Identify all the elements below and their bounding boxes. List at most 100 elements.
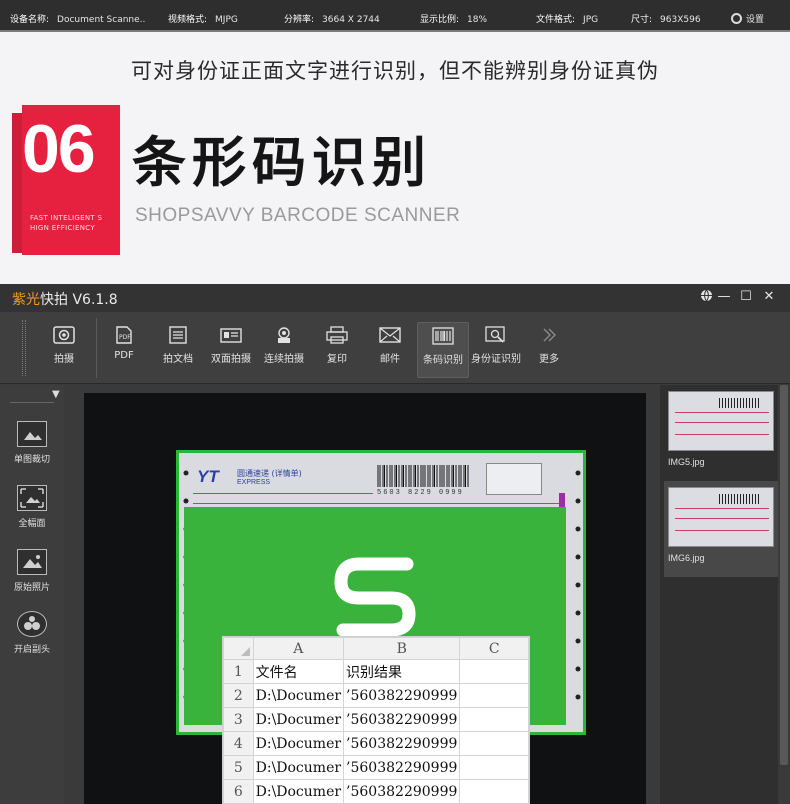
full-frame-label: 全幅面 — [18, 519, 46, 529]
device-status-bar: 设备名称: Document Scanne.. 视频格式: MJPG 分辨率: 366… — [0, 0, 790, 32]
close-button[interactable]: ✕ — [761, 289, 777, 305]
row-number[interactable]: 5 — [223, 755, 254, 780]
cell-filename-header[interactable]: 文件名 — [252, 659, 345, 684]
row-number[interactable]: 1 — [223, 659, 254, 684]
courier-name: 圆通速递 (详情单) — [237, 468, 302, 479]
cell-filename[interactable]: D:\Documer — [252, 683, 345, 708]
maximize-button[interactable]: ☐ — [738, 289, 754, 305]
cell-barcode-result[interactable]: ’560382290999 — [343, 779, 461, 803]
thumbnail-caption: IMG5.jpg — [668, 457, 705, 467]
select-all-corner[interactable] — [223, 637, 254, 660]
thumbnail-item-selected[interactable]: IMG6.jpg — [664, 481, 778, 577]
mail-label: 邮件 — [380, 354, 400, 365]
app-title: 紫光快拍 V6.1.8 — [12, 289, 118, 309]
single-crop-button[interactable]: 单图裁切 — [4, 421, 60, 485]
column-header-c[interactable]: C — [459, 637, 529, 660]
resolution-label: 分辨率: — [284, 15, 315, 25]
copy-label: 复印 — [327, 354, 347, 365]
crop-image-icon — [17, 421, 47, 447]
thumbnail-item[interactable]: IMG5.jpg — [664, 385, 778, 481]
scan-document-label: 拍文档 — [163, 354, 193, 365]
app-name-brand: 紫光 — [12, 292, 40, 308]
original-photo-icon — [17, 549, 47, 575]
cell-barcode-result[interactable]: ’560382290999 — [343, 731, 461, 756]
burst-capture-button[interactable]: 连续拍摄 — [258, 322, 310, 378]
size-field: 尺寸: 963X596 — [631, 12, 701, 25]
row-number[interactable]: 4 — [223, 731, 254, 756]
duplex-capture-button[interactable]: 双面拍摄 — [205, 322, 257, 378]
barcode-recognition-button[interactable]: 条码识别 — [417, 322, 469, 378]
full-frame-button[interactable]: 全幅面 — [4, 485, 60, 549]
cell-barcode-result[interactable]: ’560382290999 — [343, 683, 461, 708]
cell-filename[interactable]: D:\Documer — [252, 755, 345, 780]
settings-label: 设置 — [746, 15, 765, 25]
cell-filename[interactable]: D:\Documer — [252, 707, 345, 732]
app-titlebar: 紫光快拍 V6.1.8 — ☐ ✕ — [0, 284, 790, 312]
zoom-field: 显示比例: 18% — [420, 12, 487, 25]
toolbar-divider — [96, 318, 97, 378]
cell-empty[interactable] — [459, 779, 529, 803]
table-row: 3 D:\Documer ’560382290999 — [223, 707, 529, 732]
badge-tagline: FAST INTELIGENT S HIGN EFFICIENCY — [30, 213, 102, 233]
badge-tagline-line-1: FAST INTELIGENT S — [30, 214, 103, 222]
cell-empty[interactable] — [459, 731, 529, 756]
barcode-number: 5603 8229 0999 — [377, 489, 464, 497]
s-logo-icon — [334, 557, 416, 637]
cell-empty[interactable] — [459, 659, 529, 684]
cell-barcode-result[interactable]: ’560382290999 — [343, 707, 461, 732]
cell-empty[interactable] — [459, 755, 529, 780]
thumbnail-panel: IMG5.jpg IMG6.jpg — [660, 385, 790, 804]
more-button[interactable]: 更多 — [523, 322, 575, 378]
form-rule — [193, 503, 563, 504]
size-value: 963X596 — [660, 15, 701, 25]
row-number[interactable]: 3 — [223, 707, 254, 732]
table-row: 5 D:\Documer ’560382290999 — [223, 755, 529, 780]
thumbnail-scrollbar[interactable] — [778, 385, 790, 804]
mail-button[interactable]: 邮件 — [364, 322, 416, 378]
capture-button[interactable]: 拍摄 — [38, 322, 90, 378]
column-header-b[interactable]: B — [343, 637, 461, 660]
scan-document-button[interactable]: 拍文档 — [152, 322, 204, 378]
video-format-value: MJPG — [215, 15, 238, 25]
minimize-button[interactable]: — — [716, 289, 732, 305]
cell-empty[interactable] — [459, 683, 529, 708]
original-photo-label: 原始照片 — [13, 583, 50, 593]
waybill-type: (详情单) — [271, 469, 302, 478]
duplex-capture-label: 双面拍摄 — [211, 354, 251, 365]
table-row: 1 文件名 识别结果 — [223, 659, 529, 684]
copy-button[interactable]: 复印 — [311, 322, 363, 378]
scrollbar-thumb[interactable] — [780, 385, 788, 765]
row-number[interactable]: 2 — [223, 683, 254, 708]
globe-icon[interactable] — [698, 289, 714, 305]
barcode-recognition-label: 条码识别 — [423, 355, 463, 366]
cell-empty[interactable] — [459, 707, 529, 732]
cell-filename[interactable]: D:\Documer — [252, 731, 345, 756]
cell-result-header[interactable]: 识别结果 — [343, 659, 461, 684]
cell-barcode-result[interactable]: ’560382290999 — [343, 755, 461, 780]
single-crop-label: 单图裁切 — [13, 455, 50, 465]
banner-subtitle: 可对身份证正面文字进行识别，但不能辨别身份证真伪 — [131, 59, 659, 83]
file-format-label: 文件格式: — [536, 15, 576, 25]
pdf-button[interactable]: PDF PDF — [98, 322, 150, 378]
secondary-camera-button[interactable]: 开启副头 — [4, 611, 60, 675]
cell-filename[interactable]: D:\Documer — [252, 779, 345, 803]
secondary-camera-icon — [17, 611, 47, 637]
row-number[interactable]: 6 — [223, 779, 254, 803]
badge-tagline-line-2: HIGN EFFICIENCY — [30, 224, 95, 232]
pin-icon[interactable]: ▼ — [52, 389, 60, 400]
app-name-product: 快拍 — [40, 292, 68, 308]
column-header-a[interactable]: A — [252, 637, 345, 660]
app-version: V6.1.8 — [72, 292, 118, 308]
video-format-field: 视频格式: MJPG — [168, 12, 238, 25]
column-header-row: A B C — [223, 637, 529, 660]
more-label: 更多 — [539, 354, 559, 365]
thumbnail-image — [668, 487, 774, 547]
id-recognition-button[interactable]: 身份证识别 — [470, 322, 522, 378]
thumbnail-caption: IMG6.jpg — [668, 553, 705, 563]
settings-button[interactable]: 设置 — [731, 12, 764, 25]
mail-icon — [379, 327, 401, 343]
id-recognition-label: 身份证识别 — [471, 354, 521, 365]
original-photo-button[interactable]: 原始照片 — [4, 549, 60, 613]
camera-icon — [53, 326, 75, 344]
more-chevron-icon — [543, 328, 556, 342]
